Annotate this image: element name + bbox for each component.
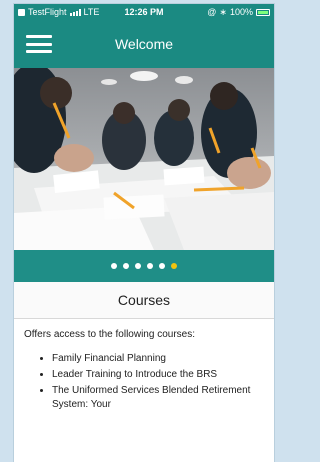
- phone-screen: TestFlight LTE 12:26 PM @ ∗ 100% Welcome: [14, 4, 274, 462]
- courses-heading: Courses: [14, 282, 274, 319]
- course-item[interactable]: Leader Training to Introduce the BRS: [52, 368, 260, 382]
- hero-image: [14, 68, 274, 250]
- courses-list: Family Financial Planning Leader Trainin…: [14, 352, 274, 412]
- carousel-dot[interactable]: [147, 263, 153, 269]
- status-right: @ ∗ 100%: [207, 7, 270, 18]
- carousel-dot[interactable]: [171, 263, 177, 269]
- carousel-dot[interactable]: [111, 263, 117, 269]
- nav-bar: Welcome: [14, 20, 274, 68]
- status-bar: TestFlight LTE 12:26 PM @ ∗ 100%: [14, 4, 274, 20]
- battery-icon: [256, 8, 270, 16]
- classroom-illustration: [14, 68, 274, 250]
- courses-description: Offers access to the following courses:: [24, 329, 196, 340]
- carousel-dot[interactable]: [135, 263, 141, 269]
- battery-percent: 100%: [229, 7, 253, 17]
- carousel-dot[interactable]: [123, 263, 129, 269]
- location-icon: @: [207, 7, 217, 17]
- page-title: Welcome: [114, 36, 174, 52]
- course-item[interactable]: The Uniformed Services Blended Retiremen…: [52, 384, 260, 412]
- bluetooth-icon: ∗: [219, 6, 227, 17]
- course-item[interactable]: Family Financial Planning: [52, 352, 260, 366]
- carousel-indicator: [14, 250, 274, 282]
- hamburger-menu-icon[interactable]: [26, 35, 52, 53]
- carousel-dot[interactable]: [159, 263, 165, 269]
